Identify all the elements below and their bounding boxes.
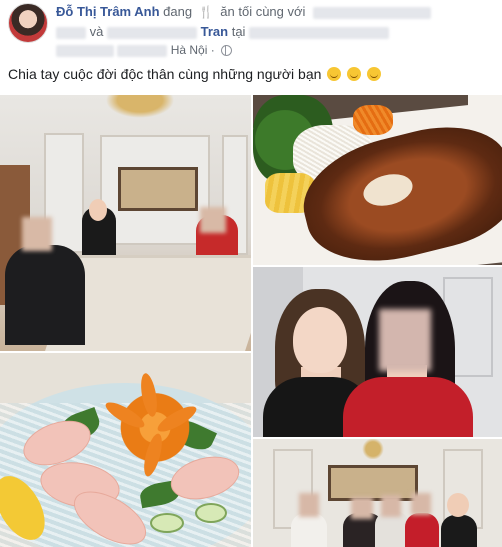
location-text[interactable]: Hà Nội [171,43,208,57]
tagged-friend-redacted[interactable] [106,26,197,39]
photo-two-women[interactable] [253,267,502,437]
avatar[interactable] [8,3,48,43]
person [405,513,439,547]
carrot-slices [353,105,393,135]
tagged-friend-redacted[interactable] [313,6,432,19]
host-face [89,199,107,221]
blurred-face [411,493,431,515]
blurred-face [22,217,52,251]
host-face [293,307,347,373]
tagged-friend-redacted[interactable] [56,26,86,39]
fork-knife-icon: 🍴 [198,5,214,19]
friend-red-dress [343,377,473,437]
blurred-face [379,309,431,371]
smiling-face-icon [347,67,362,81]
at-word: tại [231,24,246,39]
smiling-face-icon [367,67,382,81]
and-word: và [89,24,104,39]
photo-sashimi[interactable] [0,353,251,547]
activity-prefix: đang [163,4,193,19]
globe-icon[interactable] [221,45,233,57]
activity-text: ăn tối cùng với [220,4,306,19]
blurred-face [351,497,373,519]
timestamp-redacted[interactable] [56,44,114,57]
author-name[interactable]: Đỗ Thị Trâm Anh [56,4,160,19]
chandelier [100,95,180,121]
host-face [447,493,469,517]
smiling-face-icon [327,67,342,81]
guest-black-jacket [5,245,85,345]
place-redacted[interactable] [249,26,390,39]
caption-text: Chia tay cuộc đời độc thân cùng những ng… [8,66,322,82]
location-prefix-redacted [117,44,168,57]
blurred-face [200,207,226,233]
blurred-face [381,495,401,517]
wall-painting [118,167,198,211]
post-caption: Chia tay cuộc đời độc thân cùng những ng… [8,66,382,82]
photo-group[interactable] [253,439,502,547]
post-meta-line: Hà Nội · [56,43,233,57]
post-header-line-2: và Tran tại [56,24,390,39]
blurred-face [299,493,319,517]
photo-grid [0,95,502,547]
post-header-line-1: Đỗ Thị Trâm Anh đang 🍴 ăn tối cùng với [56,4,432,19]
person [291,513,327,547]
post-header: Đỗ Thị Trâm Anh đang 🍴 ăn tối cùng với v… [0,0,502,60]
meta-separator: · [210,43,215,57]
cucumber-slice [150,513,184,533]
host-black-dress [441,515,477,547]
photo-dining-room[interactable] [0,95,251,351]
cucumber-slice [195,503,227,523]
tagged-friend-name[interactable]: Tran [201,24,228,39]
group-of-people [253,439,502,547]
photo-grilled-fish[interactable] [253,95,502,265]
